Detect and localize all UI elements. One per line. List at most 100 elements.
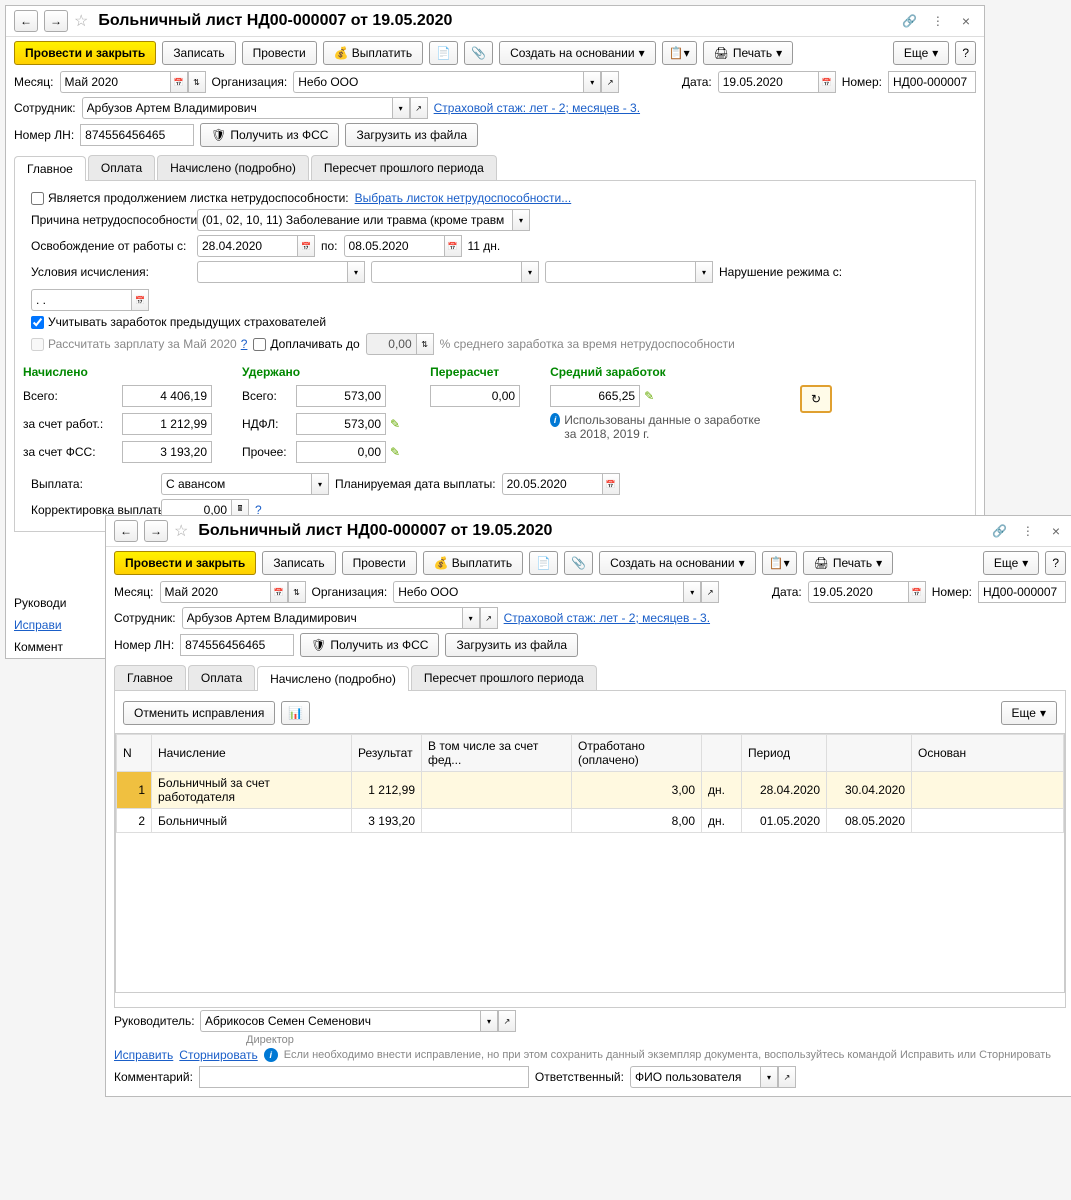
tab-main[interactable]: Главное [14, 156, 86, 181]
paste-button-2[interactable]: 📋▾ [762, 551, 797, 575]
attach-button[interactable]: 📎 [464, 41, 493, 65]
org-input-2[interactable] [393, 581, 683, 603]
other-edit-icon[interactable]: ✎ [390, 445, 400, 459]
more-button-2[interactable]: Еще ▾ [983, 551, 1039, 575]
ln-input[interactable] [80, 124, 194, 146]
topup-check[interactable]: Доплачивать до [253, 337, 359, 351]
reason-input[interactable] [197, 209, 512, 231]
create-from-button[interactable]: Создать на основании ▾ [499, 41, 656, 65]
recalc-val[interactable] [430, 385, 520, 407]
number-input[interactable] [888, 71, 976, 93]
table-row[interactable]: 2 Больничный 3 193,20 8,00 дн. 01.05.202… [117, 809, 1064, 833]
process-button-2[interactable]: Провести [342, 551, 417, 575]
table-row[interactable]: 1 Больничный за счет работодателя 1 212,… [117, 772, 1064, 809]
month-cal-btn[interactable]: 📅 [170, 71, 188, 93]
tab-payment-2[interactable]: Оплата [188, 665, 255, 690]
doc-icon-button[interactable]: 📄 [429, 41, 458, 65]
back-button-2[interactable]: ← [114, 520, 138, 542]
use-prev-check[interactable]: Учитывать заработок предыдущих страховат… [31, 315, 326, 329]
cond3-input[interactable] [545, 261, 695, 283]
planned-cal[interactable]: 📅 [602, 473, 620, 495]
favorite-icon-2[interactable]: ☆ [174, 521, 188, 541]
attach-button-2[interactable]: 📎 [564, 551, 593, 575]
more-button[interactable]: Еще ▾ [893, 41, 949, 65]
tab-recalc-2[interactable]: Пересчет прошлого периода [411, 665, 597, 690]
save-button[interactable]: Записать [162, 41, 235, 65]
continuation-check[interactable]: Является продолжением листка нетрудоспос… [31, 191, 349, 205]
link-icon-2[interactable]: 🔗 [990, 521, 1010, 541]
date-cal[interactable]: 📅 [818, 71, 836, 93]
kebab-menu-2[interactable]: ⋮ [1016, 524, 1040, 538]
month-input-2[interactable] [160, 581, 270, 603]
close-icon-2[interactable]: × [1046, 523, 1066, 539]
resp-input[interactable] [630, 1066, 760, 1088]
off-from-cal[interactable]: 📅 [297, 235, 315, 257]
emp-open[interactable]: ↗ [410, 97, 428, 119]
cond2-input[interactable] [371, 261, 521, 283]
pick-sheet-link[interactable]: Выбрать листок нетрудоспособности... [355, 191, 572, 205]
create-from-button-2[interactable]: Создать на основании ▾ [599, 551, 756, 575]
close-icon[interactable]: × [956, 13, 976, 29]
viol-input[interactable] [31, 289, 131, 311]
planned-input[interactable] [502, 473, 602, 495]
withheld-total[interactable] [296, 385, 386, 407]
other-val[interactable] [296, 441, 386, 463]
reason-dd[interactable]: ▾ [512, 209, 530, 231]
org-open[interactable]: ↗ [601, 71, 619, 93]
cond1-dd[interactable]: ▾ [347, 261, 365, 283]
number-input-2[interactable] [978, 581, 1066, 603]
cond1-input[interactable] [197, 261, 347, 283]
get-fss-button-2[interactable]: 🛡 Получить из ФСС [300, 633, 439, 657]
load-file-button[interactable]: Загрузить из файла [345, 123, 478, 147]
pay-button[interactable]: 💰Выплатить [323, 41, 424, 65]
paste-button[interactable]: 📋▾ [662, 41, 697, 65]
forward-button[interactable]: → [44, 10, 68, 32]
comment-input[interactable] [199, 1066, 529, 1088]
fss-val[interactable] [122, 441, 212, 463]
month-spin-btn[interactable]: ⇅ [188, 71, 206, 93]
process-close-button[interactable]: Провести и закрыть [14, 41, 156, 65]
org-dd[interactable]: ▾ [583, 71, 601, 93]
reverse-link[interactable]: Сторнировать [179, 1048, 257, 1062]
back-button[interactable]: ← [14, 10, 38, 32]
insurance-link[interactable]: Страховой стаж: лет - 2; месяцев - 3. [434, 101, 640, 115]
get-fss-button[interactable]: 🛡 Получить из ФСС [200, 123, 339, 147]
ndfl-val[interactable] [296, 413, 386, 435]
tab-detail[interactable]: Начислено (подробно) [157, 155, 309, 180]
month-input[interactable] [60, 71, 170, 93]
viol-cal[interactable]: 📅 [131, 289, 149, 311]
insurance-link-2[interactable]: Страховой стаж: лет - 2; месяцев - 3. [504, 611, 710, 625]
payout-dd[interactable]: ▾ [311, 473, 329, 495]
kebab-menu[interactable]: ⋮ [926, 14, 950, 28]
employer-val[interactable] [122, 413, 212, 435]
help-button-2[interactable]: ? [1045, 551, 1066, 575]
grid-settings-button[interactable]: 📊 [281, 701, 310, 725]
process-close-button-2[interactable]: Провести и закрыть [114, 551, 256, 575]
tab-detail-2[interactable]: Начислено (подробно) [257, 666, 409, 691]
accrued-total[interactable] [122, 385, 212, 407]
payout-input[interactable] [161, 473, 311, 495]
cancel-fix-button[interactable]: Отменить исправления [123, 701, 275, 725]
save-button-2[interactable]: Записать [262, 551, 335, 575]
off-to-cal[interactable]: 📅 [444, 235, 462, 257]
emp-dd[interactable]: ▾ [392, 97, 410, 119]
process-button[interactable]: Провести [242, 41, 317, 65]
cond2-dd[interactable]: ▾ [521, 261, 539, 283]
off-to-input[interactable] [344, 235, 444, 257]
date-input-2[interactable] [808, 581, 908, 603]
link-icon[interactable]: 🔗 [900, 11, 920, 31]
table-more-button[interactable]: Еще ▾ [1001, 701, 1057, 725]
org-input[interactable] [293, 71, 583, 93]
pay-button-2[interactable]: 💰Выплатить [423, 551, 524, 575]
avg-edit-icon[interactable]: ✎ [644, 389, 654, 403]
off-from-input[interactable] [197, 235, 297, 257]
tab-recalc[interactable]: Пересчет прошлого периода [311, 155, 497, 180]
doc-icon-button-2[interactable]: 📄 [529, 551, 558, 575]
date-input[interactable] [718, 71, 818, 93]
refresh-button[interactable]: ↻ [800, 385, 832, 413]
print-button[interactable]: 🖨 Печать ▾ [703, 41, 794, 65]
print-button-2[interactable]: 🖨 Печать ▾ [803, 551, 894, 575]
cond3-dd[interactable]: ▾ [695, 261, 713, 283]
employee-input-2[interactable] [182, 607, 462, 629]
tab-main-2[interactable]: Главное [114, 665, 186, 690]
